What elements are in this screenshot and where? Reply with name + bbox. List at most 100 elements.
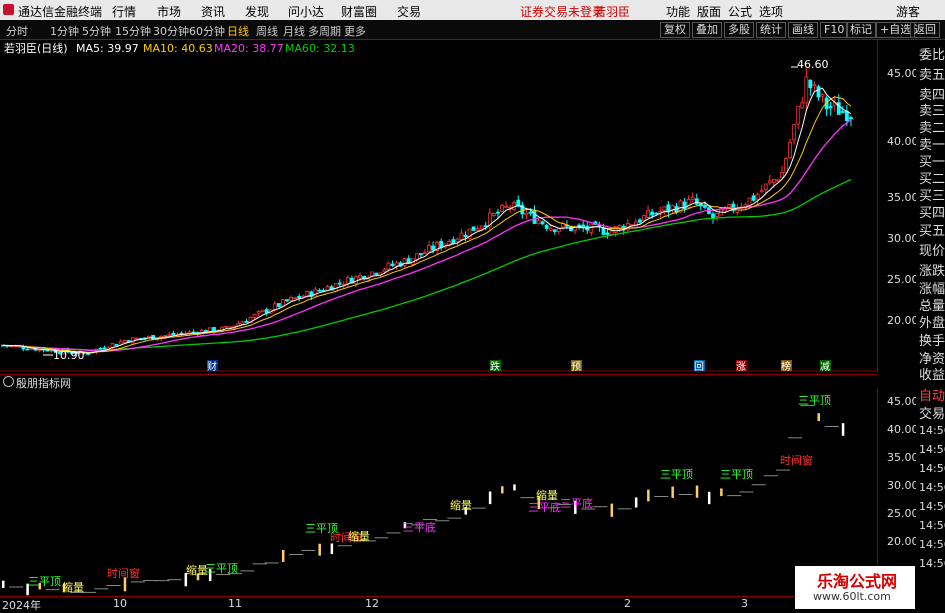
user-label[interactable]: 游客 (896, 3, 920, 20)
tool-draw[interactable]: 画线 (788, 22, 818, 38)
marker-reduce[interactable]: 减 (820, 361, 830, 372)
candle-body (755, 193, 760, 200)
tab-monthly[interactable]: 月线 (283, 23, 305, 39)
panel-bid5[interactable]: 买五 (919, 220, 945, 239)
tab-1min[interactable]: 1分钟 (50, 23, 79, 39)
tab-intraday[interactable]: 分时 (6, 23, 28, 39)
signal-label: 缩量 (62, 581, 84, 594)
menu-item-wealth[interactable]: 财富圈 (341, 3, 377, 20)
tab-5min[interactable]: 5分钟 (82, 23, 111, 39)
time-label: 14:56 (919, 538, 945, 551)
menu-layout[interactable]: 版面 (697, 3, 721, 20)
ind-tick: 45.00 (887, 395, 919, 408)
tool-rights-adjust[interactable]: 复权 (660, 22, 690, 38)
candle-body (650, 211, 655, 216)
candle-body (702, 205, 707, 208)
marker-return[interactable]: 回 (694, 361, 704, 372)
panel-trade[interactable]: 交易 (919, 403, 945, 422)
tab-30min[interactable]: 30分钟 (153, 23, 189, 39)
ma10-line (2, 96, 852, 353)
settings-icon[interactable] (3, 376, 14, 387)
ma20-label: MA20: 38.77 (214, 42, 284, 55)
tab-multi-period[interactable]: 多周期 (308, 23, 341, 39)
candle-body (548, 227, 553, 231)
panel-ask5[interactable]: 卖五 (919, 64, 945, 83)
price-axis: 45.00 40.00 35.00 30.00 25.00 20.00 (877, 40, 919, 372)
menu-function[interactable]: 功能 (666, 3, 690, 20)
marker-rise[interactable]: 涨 (736, 361, 746, 372)
stock-title: 若羽臣(日线) (4, 41, 68, 55)
tab-60min[interactable]: 60分钟 (189, 23, 225, 39)
tab-more[interactable]: 更多 (344, 23, 366, 39)
candle-body (804, 76, 809, 104)
ma20-line (2, 119, 852, 352)
price-tick: 45.00 (887, 67, 919, 80)
event-markers: 财 跌 预 回 涨 榜 减 (207, 360, 831, 372)
candle-body (552, 229, 557, 232)
candle-body (800, 102, 805, 109)
candle-body (840, 111, 845, 113)
signal-bar (318, 543, 321, 556)
ind-tick: 35.00 (887, 451, 919, 464)
signal-label: 时间窗 (107, 566, 140, 580)
site-watermark: 乐淘公式网 www.60lt.com (795, 566, 915, 609)
tool-f10[interactable]: F10 (820, 22, 849, 38)
signal-label: 三平底 (403, 520, 436, 534)
menu-item-xiaoda[interactable]: 问小达 (288, 3, 324, 20)
candle-body (463, 234, 468, 237)
login-warning[interactable]: 证券交易未登录 (520, 3, 604, 20)
candle-body (763, 183, 768, 191)
panel-commission-ratio[interactable]: 委比 (919, 44, 945, 63)
tool-back[interactable]: 返回 (910, 22, 940, 38)
candle-body (455, 238, 460, 243)
menu-bar: 通达信金融终端 行情 市场 资讯 发现 问小达 财富圈 交易 证券交易未登录 若… (0, 0, 945, 20)
menu-item-news[interactable]: 资讯 (201, 3, 225, 20)
menu-item-trade[interactable]: 交易 (397, 3, 421, 20)
candlestick-chart[interactable]: 若羽臣(日线) MA5: 39.97 MA10: 40.63 MA20: 38.… (0, 40, 877, 372)
tab-weekly[interactable]: 周线 (256, 23, 278, 39)
signal-bar (501, 486, 504, 494)
candle-body (694, 198, 699, 205)
marker-forecast[interactable]: 预 (571, 361, 581, 372)
tool-multi-stock[interactable]: 多股 (724, 22, 754, 38)
candle-body (382, 269, 387, 273)
signal-bar (695, 485, 699, 498)
candle-body (21, 346, 26, 350)
candle-body (224, 325, 229, 328)
signal-label: 三平顶 (660, 468, 693, 481)
panel-change[interactable]: 涨跌 (919, 260, 945, 279)
panel-outer-volume[interactable]: 外盘 (919, 312, 945, 331)
marker-drop[interactable]: 跌 (490, 360, 500, 372)
marker-rank[interactable]: 榜 (781, 360, 791, 372)
panel-price[interactable]: 现价 (919, 240, 945, 259)
tool-statistics[interactable]: 统计 (756, 22, 786, 38)
indicator-chart[interactable]: 三平顶 缩量时间窗 缩量三平顶三平顶时间窗缩量三平底缩量缩量三平底 三平底三平顶 三平顶… (0, 389, 877, 596)
menu-options[interactable]: 选项 (759, 3, 783, 20)
panel-turnover[interactable]: 换手 (919, 330, 945, 349)
menu-formula[interactable]: 公式 (728, 3, 752, 20)
marker-finance[interactable]: 财 (207, 360, 217, 372)
tab-daily[interactable]: 日线 (227, 23, 249, 39)
candle-body (589, 223, 594, 233)
candle-body (325, 286, 330, 291)
candle-body (317, 289, 322, 292)
candle-body (431, 245, 435, 251)
candle-body (528, 211, 533, 214)
tab-15min[interactable]: 15分钟 (115, 23, 151, 39)
menu-item-market2[interactable]: 市场 (157, 3, 181, 20)
candle-body (577, 224, 582, 227)
panel-auto[interactable]: 自动 (919, 385, 945, 404)
candle-body (767, 180, 772, 184)
account-name: 若羽臣 (594, 5, 631, 19)
candle-body (609, 230, 614, 235)
candle-body (25, 348, 30, 351)
menu-item-market[interactable]: 行情 (112, 3, 136, 20)
menu-item-discover[interactable]: 发现 (245, 3, 269, 20)
candle-body (394, 262, 399, 267)
candle-body (536, 220, 541, 225)
tool-overlay[interactable]: 叠加 (692, 22, 722, 38)
signal-label: 时间窗 (780, 453, 813, 467)
tool-mark[interactable]: 标记 (846, 22, 876, 38)
panel-earnings[interactable]: 收益 (919, 364, 945, 383)
panel-bid4[interactable]: 买四 (919, 202, 945, 221)
